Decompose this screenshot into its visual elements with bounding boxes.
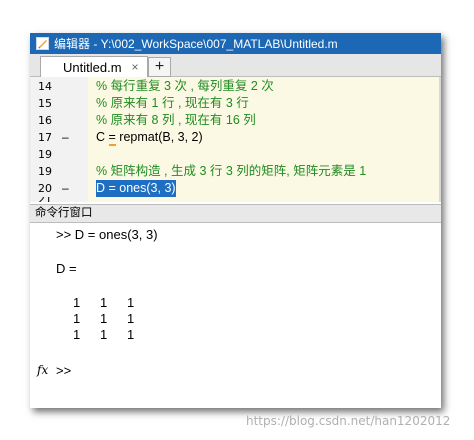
- code-line[interactable]: 19 % 矩阵构造 , 生成 3 行 3 列的矩阵, 矩阵元素是 1: [30, 163, 441, 180]
- line-number: 19: [38, 148, 52, 161]
- command-window-header[interactable]: 命令行窗口: [30, 204, 441, 223]
- new-tab-button[interactable]: +: [148, 57, 171, 77]
- line-number: 19: [38, 165, 52, 178]
- line-number: 20: [38, 182, 52, 195]
- code-line[interactable]: 16 % 原来有 8 列 , 现在有 16 列: [30, 112, 441, 129]
- command-window[interactable]: >> D = ones(3, 3) D = 111 111 111 fx >>: [30, 223, 441, 408]
- code-statement: C = repmat(B, 3, 2): [96, 129, 203, 146]
- code-comment: % 每行重复 3 次 , 每列重复 2 次: [96, 79, 274, 93]
- matrix-cell: 1: [100, 311, 108, 326]
- editor-tab-strip: Untitled.m × +: [30, 54, 441, 77]
- function-browser-icon[interactable]: fx: [37, 363, 48, 377]
- matrix-cell: 1: [73, 295, 81, 310]
- code-line[interactable]: 19: [30, 146, 441, 163]
- command-window-title: 命令行窗口: [35, 207, 93, 219]
- line-number: 21: [38, 197, 60, 202]
- matrix-cell: 1: [100, 295, 108, 310]
- line-number: 17: [38, 131, 52, 144]
- tab-untitled-m[interactable]: Untitled.m ×: [40, 56, 148, 77]
- code-text: C: [96, 130, 109, 144]
- tab-label: Untitled.m: [63, 59, 122, 75]
- matrix-cell: 1: [100, 327, 108, 342]
- matrix-row: 1 1 1: [73, 295, 154, 310]
- code-line[interactable]: 21: [30, 197, 441, 202]
- command-history-line: >> D = ones(3, 3): [56, 227, 158, 242]
- matrix-cell: 1: [73, 327, 81, 342]
- editor-title: 编辑器 - Y:\002_WorkSpace\007_MATLAB\Untitl…: [54, 37, 338, 51]
- matrix-cell: 1: [73, 311, 81, 326]
- matlab-window: 编辑器 - Y:\002_WorkSpace\007_MATLAB\Untitl…: [30, 33, 441, 408]
- matrix-cell: 1: [127, 327, 135, 342]
- warning-underline-equals[interactable]: =: [108, 130, 116, 146]
- code-line[interactable]: 14 % 每行重复 3 次 , 每列重复 2 次: [30, 78, 441, 95]
- breakpoint-marker[interactable]: –: [62, 180, 69, 197]
- code-comment: % 矩阵构造 , 生成 3 行 3 列的矩阵, 矩阵元素是 1: [96, 164, 367, 178]
- tab-close-icon[interactable]: ×: [132, 60, 139, 74]
- editor-title-bar[interactable]: 编辑器 - Y:\002_WorkSpace\007_MATLAB\Untitl…: [30, 33, 441, 54]
- code-comment: % 原来有 1 行 , 现在有 3 行: [96, 96, 249, 110]
- breakpoint-marker[interactable]: –: [62, 129, 69, 146]
- code-line[interactable]: 17 – C = repmat(B, 3, 2): [30, 129, 441, 146]
- matrix-row: 1 1 1: [73, 327, 154, 342]
- line-number: 15: [38, 97, 52, 110]
- code-comment: % 原来有 8 列 , 现在有 16 列: [96, 113, 256, 127]
- matrix-row: 1 1 1: [73, 311, 154, 326]
- editor-pencil-icon: [36, 37, 49, 50]
- selected-code: D = ones(3, 3): [96, 180, 176, 197]
- code-editor[interactable]: 14 % 每行重复 3 次 , 每列重复 2 次 15 % 原来有 1 行 , …: [30, 77, 441, 202]
- command-prompt[interactable]: >>: [56, 363, 71, 378]
- matrix-cell: 1: [127, 311, 135, 326]
- code-text: repmat(B, 3, 2): [115, 130, 203, 144]
- code-line[interactable]: 15 % 原来有 1 行 , 现在有 3 行: [30, 95, 441, 112]
- line-number: 14: [38, 80, 52, 93]
- watermark: https://blog.csdn.net/han1202012: [246, 414, 451, 428]
- result-label: D =: [56, 261, 77, 276]
- line-number: 16: [38, 114, 52, 127]
- matrix-cell: 1: [127, 295, 135, 310]
- code-line[interactable]: 20 – D = ones(3, 3): [30, 180, 441, 197]
